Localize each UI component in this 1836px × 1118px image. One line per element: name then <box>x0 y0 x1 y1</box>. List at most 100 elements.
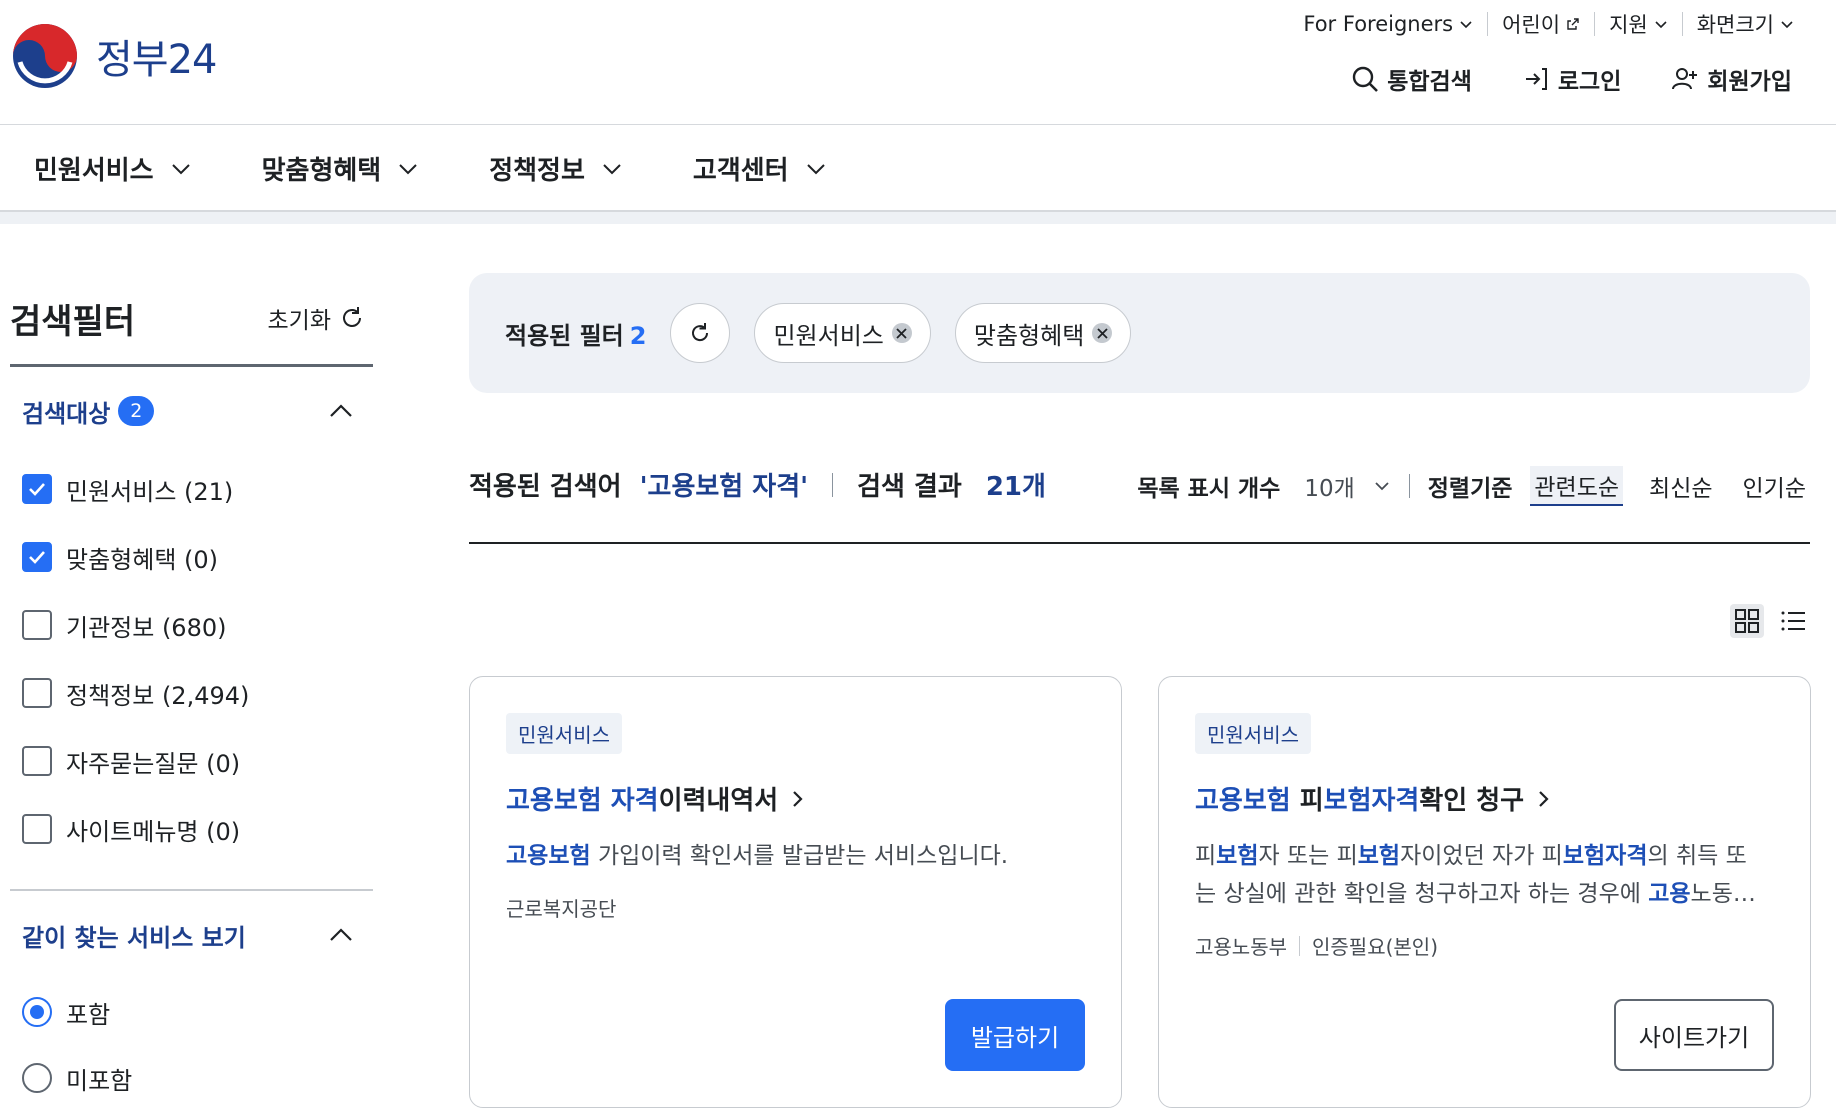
filter-title: 검색필터 <box>10 301 136 342</box>
chip-remove-button[interactable] <box>891 323 912 343</box>
integrated-search-button[interactable]: 통합검색 <box>1351 62 1472 96</box>
checkbox[interactable] <box>22 610 52 640</box>
search-icon <box>1353 66 1379 92</box>
util-label: For Foreigners <box>1303 12 1454 36</box>
checkbox-faq[interactable]: 자주묻는질문 (0) <box>22 727 373 795</box>
checkbox[interactable] <box>22 474 52 504</box>
category-tag: 민원서비스 <box>506 713 622 754</box>
logo-text: 정부24 <box>96 37 217 83</box>
checkbox-site-menu[interactable]: 사이트메뉴명 (0) <box>22 795 373 863</box>
highlight: 보험자격 <box>1562 843 1648 869</box>
target-checkbox-list: 민원서비스 (21) 맞춤형혜택 (0) 기관정보 (680) 정책정보 (2,… <box>10 455 373 863</box>
nav-divider-band <box>0 212 1836 224</box>
login-button[interactable]: 로그인 <box>1522 62 1621 96</box>
checkbox[interactable] <box>22 814 52 844</box>
separator <box>1299 935 1300 956</box>
applied-filter-text: 적용된 필터 <box>505 321 624 350</box>
desc-part: 자이었던 자가 피 <box>1400 843 1563 869</box>
radio-label: 포함 <box>66 1000 111 1029</box>
filter-chip-civil-services[interactable]: 민원서비스 <box>754 303 931 363</box>
chevron-up-icon[interactable] <box>327 921 355 949</box>
highlight: 고용보험 <box>506 786 602 816</box>
checkbox-custom-benefits[interactable]: 맞춤형혜택 (0) <box>22 523 373 591</box>
chevron-right-icon <box>793 790 803 807</box>
logo[interactable]: 정부24 <box>8 22 217 90</box>
card-title-link[interactable]: 고용보험 피보험자격확인 청구 <box>1195 780 1774 817</box>
reset-label: 초기화 <box>267 308 331 334</box>
radio-button[interactable] <box>22 997 52 1027</box>
filter-chip-custom-benefits[interactable]: 맞춤형혜택 <box>954 303 1132 363</box>
list-view-button[interactable] <box>1776 604 1810 638</box>
checkbox-policy-info[interactable]: 정책정보 (2,494) <box>22 659 373 727</box>
filter-refresh-button[interactable] <box>670 303 731 363</box>
util-for-foreigners[interactable]: For Foreigners <box>1289 12 1487 36</box>
gnb-item-policy-info[interactable]: 정책정보 <box>489 150 623 187</box>
gnb-item-custom-benefits[interactable]: 맞춤형혜택 <box>262 150 420 187</box>
target-group-header[interactable]: 검색대상 2 <box>10 367 373 455</box>
card-title-link[interactable]: 고용보험 자격이력내역서 <box>506 780 1085 817</box>
card-title-text: 고용보험 자격이력내역서 <box>506 780 778 817</box>
chevron-up-icon[interactable] <box>327 397 355 425</box>
desc-part: 의 취득 또 <box>1647 843 1747 869</box>
gnb-item-civil-services[interactable]: 민원서비스 <box>34 150 192 187</box>
desc-line: 는 상실에 관한 확인을 청구하고자 하는 경우에 고용노동… <box>1195 875 1774 913</box>
title-part <box>602 786 611 816</box>
gnb-item-customer-center[interactable]: 고객센터 <box>693 150 827 187</box>
util-kids[interactable]: 어린이 <box>1487 12 1594 37</box>
checkbox[interactable] <box>22 746 52 776</box>
title-part: 이력내역서 <box>658 786 779 816</box>
util-screen-size[interactable]: 화면크기 <box>1681 12 1808 37</box>
signup-label: 회원가입 <box>1707 69 1792 95</box>
card-meta: 고용노동부 인증필요(본인) <box>1195 931 1774 960</box>
login-icon <box>1525 68 1547 90</box>
sort-popular[interactable]: 인기순 <box>1739 467 1810 505</box>
util-label: 어린이 <box>1502 13 1561 37</box>
sort-latest[interactable]: 최신순 <box>1645 467 1716 505</box>
chevron-down-icon <box>1655 21 1667 29</box>
checkbox[interactable] <box>22 542 52 572</box>
chevron-down-icon <box>1375 482 1389 491</box>
per-page-select[interactable]: 10개 <box>1304 469 1390 503</box>
chip-remove-button[interactable] <box>1092 323 1113 343</box>
chevron-down-icon <box>603 163 621 174</box>
go-to-site-button[interactable]: 사이트가기 <box>1614 999 1774 1071</box>
radio-button[interactable] <box>22 1063 52 1093</box>
signup-button[interactable]: 회원가입 <box>1671 62 1792 96</box>
chip-label: 맞춤형혜택 <box>973 321 1085 350</box>
utility-bar: For Foreigners 어린이 지원 화면크기 <box>1289 12 1808 37</box>
check-icon <box>29 551 45 564</box>
desc-part: 피 <box>1195 843 1217 869</box>
util-label: 지원 <box>1609 13 1648 37</box>
separator <box>1408 474 1410 498</box>
util-support[interactable]: 지원 <box>1594 12 1682 37</box>
checkbox-agency-info[interactable]: 기관정보 (680) <box>22 591 373 659</box>
external-link-icon <box>1567 18 1579 30</box>
chevron-down-icon <box>806 163 825 174</box>
checkbox-civil-services[interactable]: 민원서비스 (21) <box>22 455 373 523</box>
checkbox[interactable] <box>22 678 52 708</box>
card-title-text: 고용보험 피보험자격확인 청구 <box>1195 780 1524 817</box>
sort-relevance[interactable]: 관련도순 <box>1530 466 1624 506</box>
list-icon <box>1781 611 1805 631</box>
result-label: 검색 결과 <box>857 472 962 502</box>
gnb-label: 정책정보 <box>489 156 585 186</box>
related-group-title: 같이 찾는 서비스 보기 <box>22 923 246 952</box>
checkbox-label: 민원서비스 (21) <box>66 477 234 506</box>
main-navigation: 민원서비스 맞춤형혜택 정책정보 고객센터 <box>0 126 1836 212</box>
radio-exclude[interactable]: 미포함 <box>22 1045 373 1111</box>
grid-view-button[interactable] <box>1730 604 1764 638</box>
radio-include[interactable]: 포함 <box>22 979 373 1045</box>
chip-label: 민원서비스 <box>773 321 884 350</box>
filter-reset-button[interactable]: 초기화 <box>268 301 365 335</box>
related-group-header[interactable]: 같이 찾는 서비스 보기 <box>10 891 373 979</box>
issue-button[interactable]: 발급하기 <box>945 999 1085 1071</box>
category-tag: 민원서비스 <box>1195 713 1311 754</box>
chevron-down-icon <box>171 163 190 174</box>
desc-part: 가입이력 확인서를 발급받는 서비스입니다. <box>590 843 1009 869</box>
target-group-title: 검색대상 2 <box>22 394 155 429</box>
refresh-icon <box>343 307 361 327</box>
refresh-icon <box>692 323 709 342</box>
close-icon <box>896 327 908 339</box>
view-mode-toggles <box>1730 604 1810 638</box>
login-label: 로그인 <box>1557 69 1622 95</box>
